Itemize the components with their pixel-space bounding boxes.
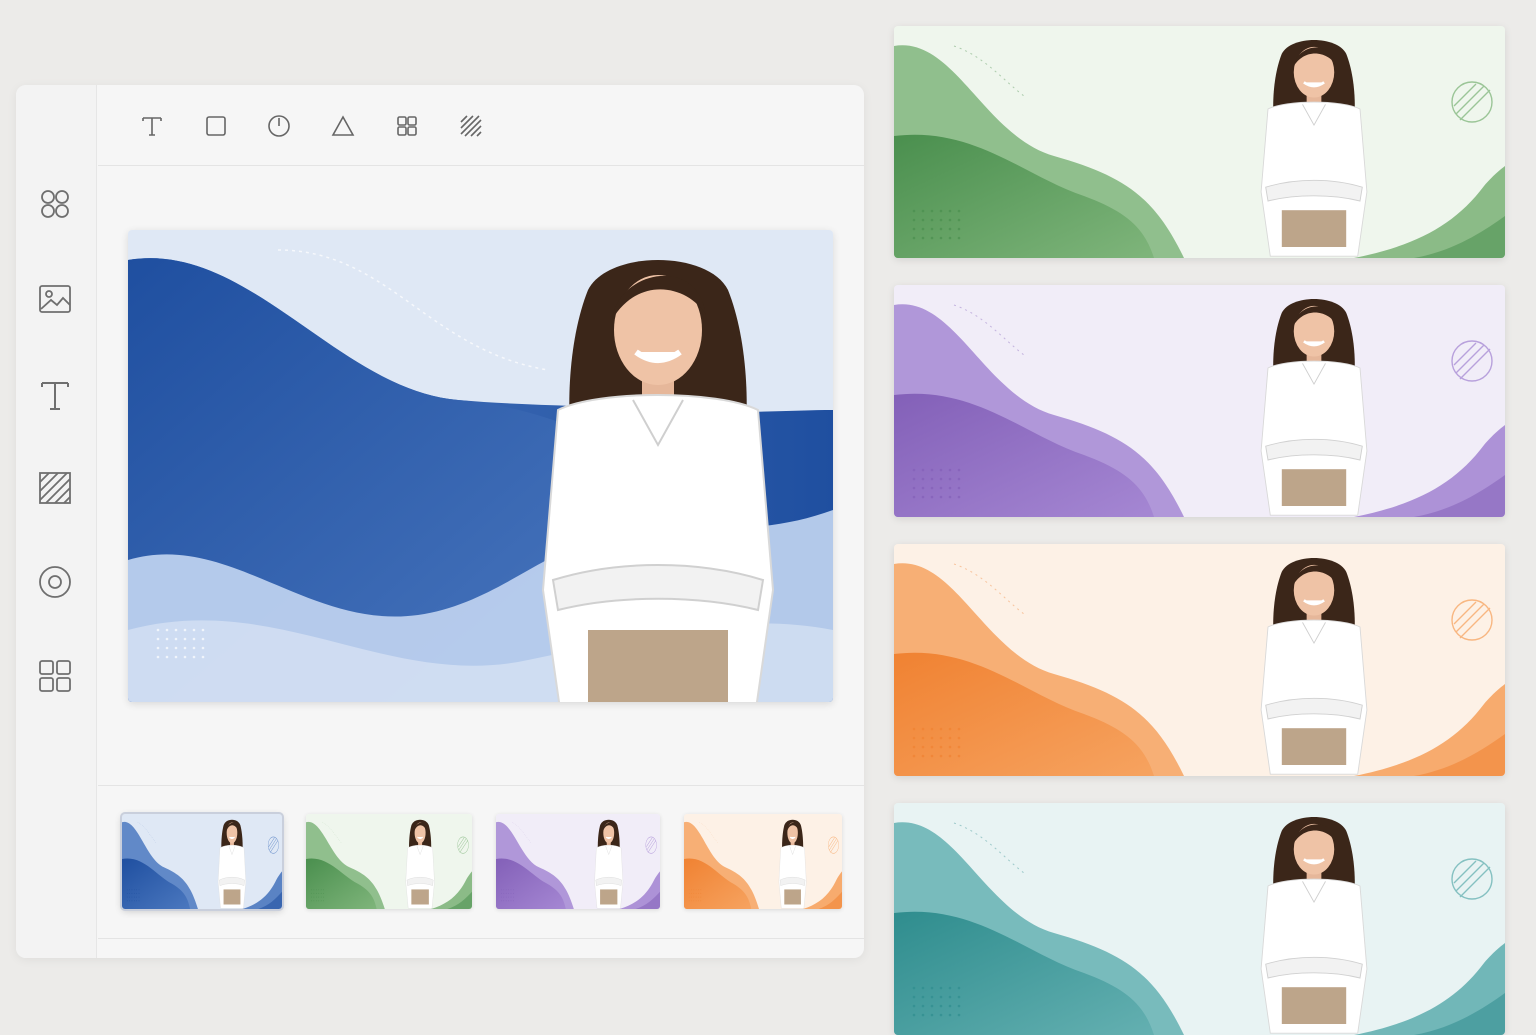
tool-text[interactable] bbox=[137, 111, 167, 141]
variant-artwork bbox=[894, 803, 1505, 1035]
top-toolbar bbox=[98, 85, 864, 166]
thumbnail-artwork bbox=[496, 814, 660, 909]
presenter-slide-artwork bbox=[128, 230, 833, 702]
variant-artwork bbox=[894, 285, 1505, 517]
slide-filmstrip bbox=[98, 785, 864, 939]
tool-triangle[interactable] bbox=[328, 111, 358, 141]
thumbnail-artwork bbox=[684, 814, 842, 909]
sidebar-item-images[interactable] bbox=[35, 279, 75, 319]
thumbnail-artwork bbox=[306, 814, 472, 909]
canvas-area bbox=[98, 166, 864, 783]
slide-thumbnail[interactable] bbox=[496, 814, 660, 909]
theme-variant-card[interactable] bbox=[894, 26, 1505, 258]
slide-thumbnail[interactable] bbox=[120, 812, 284, 911]
theme-variant-card[interactable] bbox=[894, 544, 1505, 776]
hatch-pattern-icon bbox=[39, 472, 71, 504]
variant-artwork bbox=[894, 544, 1505, 776]
sidebar-item-templates[interactable] bbox=[35, 184, 75, 224]
tool-rectangle[interactable] bbox=[201, 111, 231, 141]
sidebar-item-patterns[interactable] bbox=[35, 468, 75, 508]
variant-artwork bbox=[894, 26, 1505, 258]
theme-variant-card[interactable] bbox=[894, 285, 1505, 517]
editor-panel bbox=[16, 85, 864, 958]
target-circle-icon bbox=[39, 566, 71, 598]
grid-layout-icon bbox=[39, 660, 71, 692]
square-icon bbox=[206, 116, 226, 136]
text-icon bbox=[142, 117, 162, 136]
sidebar bbox=[16, 85, 97, 958]
grid-icon bbox=[397, 116, 417, 136]
triangle-icon bbox=[331, 115, 355, 136]
slide-thumbnail[interactable] bbox=[306, 814, 472, 909]
slide-thumbnail[interactable] bbox=[684, 814, 842, 909]
image-icon bbox=[39, 285, 71, 313]
hatch-pattern-icon bbox=[460, 115, 482, 137]
text-icon bbox=[41, 382, 69, 410]
sidebar-item-elements[interactable] bbox=[35, 562, 75, 602]
tool-grid[interactable] bbox=[392, 111, 422, 141]
sidebar-item-text[interactable] bbox=[35, 375, 75, 415]
theme-variant-card[interactable] bbox=[894, 803, 1505, 1035]
sidebar-item-layouts[interactable] bbox=[35, 656, 75, 696]
thumbnail-artwork bbox=[122, 814, 282, 909]
tool-pattern[interactable] bbox=[456, 111, 486, 141]
four-circles-icon bbox=[41, 190, 69, 218]
main-slide-canvas[interactable] bbox=[128, 230, 833, 702]
tool-timer[interactable] bbox=[264, 111, 294, 141]
clock-icon bbox=[268, 115, 290, 137]
